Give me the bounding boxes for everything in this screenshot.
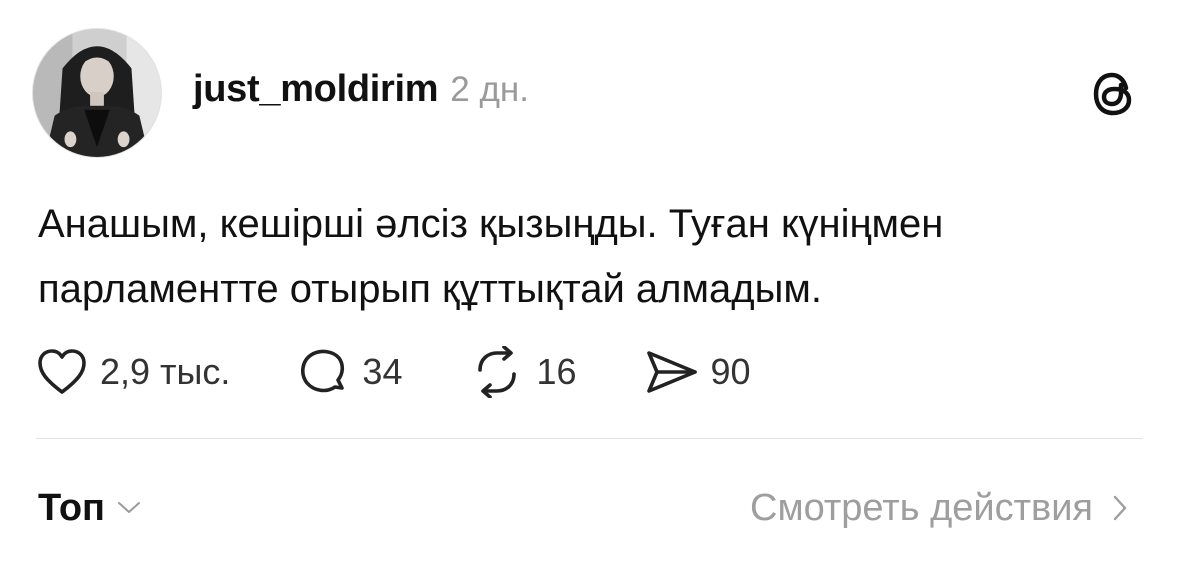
share-count: 90: [710, 351, 751, 392]
post-header: just_moldirim 2 дн.: [193, 68, 529, 122]
view-activity-label: Смотреть действия: [750, 486, 1093, 529]
repost-button[interactable]: 16: [470, 344, 577, 400]
avatar[interactable]: [32, 28, 162, 158]
avatar-photo: [33, 29, 161, 157]
chevron-right-icon: [1113, 495, 1127, 521]
comment-icon: [301, 349, 345, 393]
post-actions: 2,9 тыс. 34 16 90: [36, 344, 751, 400]
like-count: 2,9 тыс.: [100, 351, 231, 392]
send-icon: [646, 351, 697, 393]
view-activity-link[interactable]: Смотреть действия: [750, 482, 1127, 534]
sort-dropdown[interactable]: Топ: [38, 482, 141, 534]
reply-button[interactable]: 34: [298, 344, 402, 400]
like-button[interactable]: 2,9 тыс.: [36, 344, 230, 400]
repost-icon: [478, 346, 517, 398]
sort-label: Топ: [38, 486, 105, 529]
post-text: Анашым, кешірші әлсіз қызыңды. Туған күн…: [38, 202, 944, 311]
author-username[interactable]: just_moldirim: [193, 68, 439, 111]
repost-count: 16: [536, 351, 577, 392]
post-time: 2 дн.: [450, 70, 529, 109]
divider: [36, 438, 1143, 439]
threads-logo-icon[interactable]: [1088, 68, 1140, 120]
chevron-down-icon: [117, 502, 140, 513]
share-button[interactable]: 90: [645, 344, 751, 400]
heart-icon: [38, 349, 86, 394]
reply-count: 34: [362, 351, 403, 392]
